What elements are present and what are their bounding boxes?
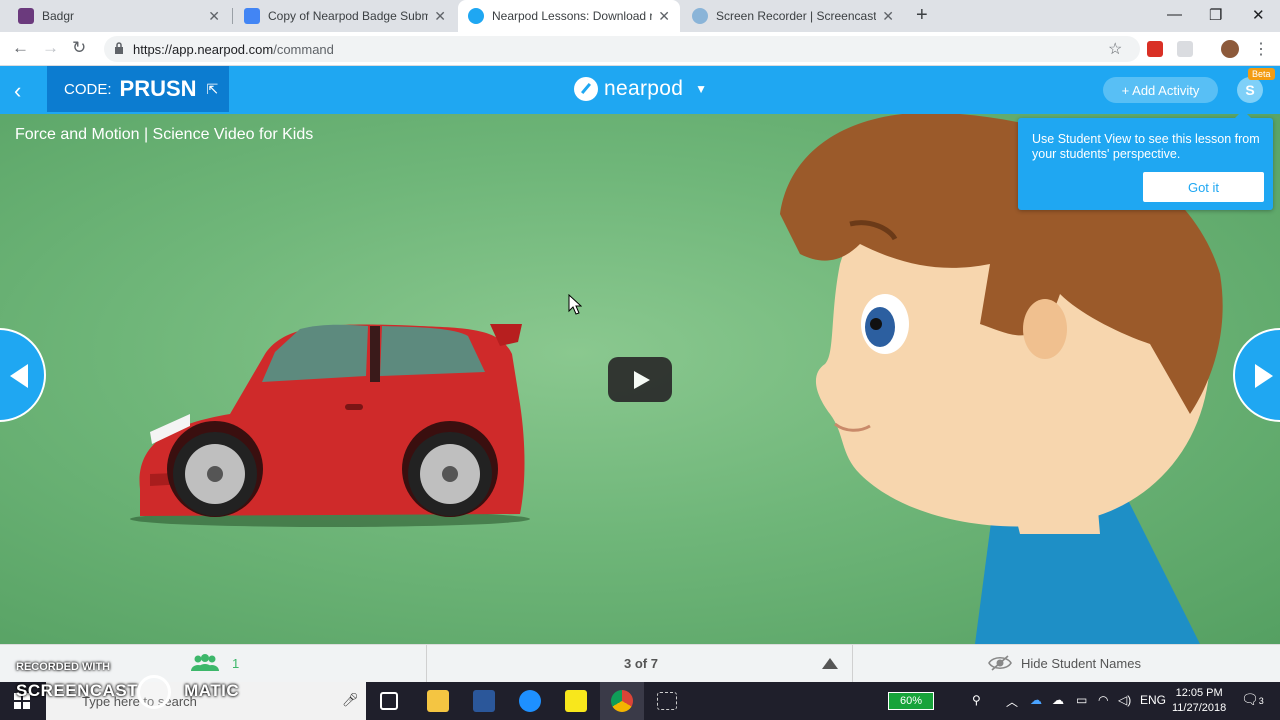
url-text: https://app.nearpod.com/command	[133, 42, 334, 57]
nearpod-logo-icon	[574, 77, 598, 101]
file-explorer-icon[interactable]	[427, 690, 449, 712]
restore-icon[interactable]: ❐	[1209, 6, 1222, 24]
hide-student-names-button[interactable]: Hide Student Names	[988, 655, 1141, 671]
action-center-icon[interactable]: 🗨︎3	[1241, 691, 1264, 708]
nearpod-header: ‹ CODE: PRUSN ⇱ nearpod ▼ + Add Activity…	[0, 66, 1280, 114]
clock-date: 11/27/2018	[1172, 702, 1227, 714]
tab-title: Nearpod Lessons: Download rea	[492, 9, 653, 23]
close-icon[interactable]: ✕	[208, 8, 220, 25]
docs-favicon-icon	[244, 8, 260, 24]
session-code: CODE: PRUSN ⇱	[47, 66, 229, 112]
monitor-icon[interactable]: ▭	[1076, 693, 1087, 707]
watermark-logo: SCREENCAST MATIC	[16, 681, 239, 701]
tab-screencast[interactable]: Screen Recorder | Screencast-O- ✕	[682, 0, 904, 32]
got-it-button[interactable]: Got it	[1143, 172, 1264, 202]
tab-title: Copy of Nearpod Badge Submis	[268, 9, 429, 23]
logo-text: nearpod	[604, 77, 684, 100]
microphone-icon[interactable]: 🎤︎	[342, 692, 359, 708]
code-value: PRUSN	[119, 76, 197, 101]
notification-count: 3	[1258, 696, 1264, 706]
tab-badgr[interactable]: Badgr ✕	[8, 0, 230, 32]
mouse-cursor-icon	[568, 294, 582, 315]
close-icon[interactable]: ✕	[658, 8, 670, 25]
hide-names-label: Hide Student Names	[1021, 655, 1141, 671]
reload-icon[interactable]: ↻	[72, 38, 86, 58]
share-icon[interactable]: ⇱	[207, 81, 219, 98]
tab-title: Badgr	[42, 9, 75, 23]
browser-tab-bar: Badgr ✕ Copy of Nearpod Badge Submis ✕ N…	[0, 0, 1280, 32]
student-view-button[interactable]: S	[1237, 77, 1263, 103]
tray-chevron-up-icon[interactable]: ︿	[1006, 693, 1018, 710]
add-activity-button[interactable]: + Add Activity	[1103, 77, 1218, 103]
new-tab-icon[interactable]: +	[916, 4, 928, 27]
screencast-watermark: RECORDED WITH SCREENCAST MATIC	[16, 661, 239, 709]
watermark-line2: SCREENCAST	[16, 681, 139, 700]
tab-title: Screen Recorder | Screencast-O-	[716, 9, 877, 23]
nearpod-logo[interactable]: nearpod ▼	[574, 77, 707, 101]
task-view-icon[interactable]	[380, 692, 398, 710]
watermark-line3: MATIC	[184, 681, 240, 700]
student-count[interactable]: 1	[190, 654, 239, 672]
slide-position: 3 of 7	[624, 656, 658, 671]
tab-google-doc[interactable]: Copy of Nearpod Badge Submis ✕	[234, 0, 456, 32]
people-icon	[191, 654, 219, 671]
bookmark-star-icon[interactable]: ☆	[1108, 39, 1122, 59]
browser-menu-icon[interactable]: ⋮	[1253, 39, 1269, 59]
lock-icon	[115, 42, 123, 54]
window-close-icon[interactable]: ✕	[1252, 6, 1265, 24]
watermark-record-icon	[137, 675, 171, 709]
extension-icon[interactable]	[1177, 41, 1193, 57]
profile-avatar[interactable]	[1221, 40, 1239, 58]
back-icon[interactable]: ←	[12, 38, 29, 58]
cloud-sync-icon[interactable]: ☁	[1052, 693, 1064, 707]
caret-down-icon[interactable]: ▼	[695, 82, 707, 96]
back-chevron-icon[interactable]: ‹	[14, 78, 21, 104]
nearpod-favicon-icon	[468, 8, 484, 24]
red-car-illustration	[130, 324, 530, 527]
tooltip-text: Use Student View to see this lesson from…	[1032, 132, 1260, 161]
eye-slash-icon	[988, 655, 1012, 671]
language-indicator[interactable]: ENG	[1140, 693, 1166, 707]
tab-nearpod[interactable]: Nearpod Lessons: Download rea ✕	[458, 0, 680, 32]
close-icon[interactable]: ✕	[434, 8, 446, 25]
battery-indicator[interactable]: 60%	[888, 692, 934, 710]
badgr-favicon-icon	[18, 8, 34, 24]
student-view-tooltip: Use Student View to see this lesson from…	[1018, 110, 1273, 210]
lesson-bottom-bar: 1 3 of 7 Hide Student Names	[0, 644, 1280, 683]
edge-icon[interactable]	[519, 690, 541, 712]
screencast-favicon-icon	[692, 8, 708, 24]
sticky-notes-icon[interactable]	[565, 690, 587, 712]
slide-menu-caret-up-icon[interactable]	[822, 658, 838, 669]
video-title: Force and Motion | Science Video for Kid…	[15, 126, 314, 143]
volume-icon[interactable]: ◁)	[1118, 693, 1131, 707]
extension-icon[interactable]	[1147, 41, 1163, 57]
onedrive-icon[interactable]: ☁	[1030, 693, 1042, 707]
forward-icon[interactable]: →	[42, 38, 59, 58]
minimize-icon[interactable]: —	[1167, 6, 1182, 23]
code-label: CODE:	[64, 80, 112, 98]
clock-time: 12:05 PM	[1175, 687, 1223, 699]
beta-badge: Beta	[1248, 68, 1275, 80]
watermark-line1: RECORDED WITH	[16, 661, 111, 673]
chrome-icon[interactable]	[611, 690, 633, 712]
clock[interactable]: 12:05 PM 11/27/2018	[1172, 686, 1226, 716]
browser-toolbar: ← → ↻ https://app.nearpod.com/command ☆ …	[0, 32, 1280, 66]
wifi-icon[interactable]: ◠	[1098, 693, 1108, 707]
people-tray-icon[interactable]: ⚲	[972, 693, 981, 707]
snipping-tool-icon[interactable]	[657, 692, 677, 710]
close-icon[interactable]: ✕	[882, 8, 894, 25]
student-count-value: 1	[232, 655, 240, 671]
play-icon[interactable]	[608, 357, 672, 402]
address-bar[interactable]: https://app.nearpod.com/command	[104, 36, 1140, 62]
word-icon[interactable]	[473, 690, 495, 712]
